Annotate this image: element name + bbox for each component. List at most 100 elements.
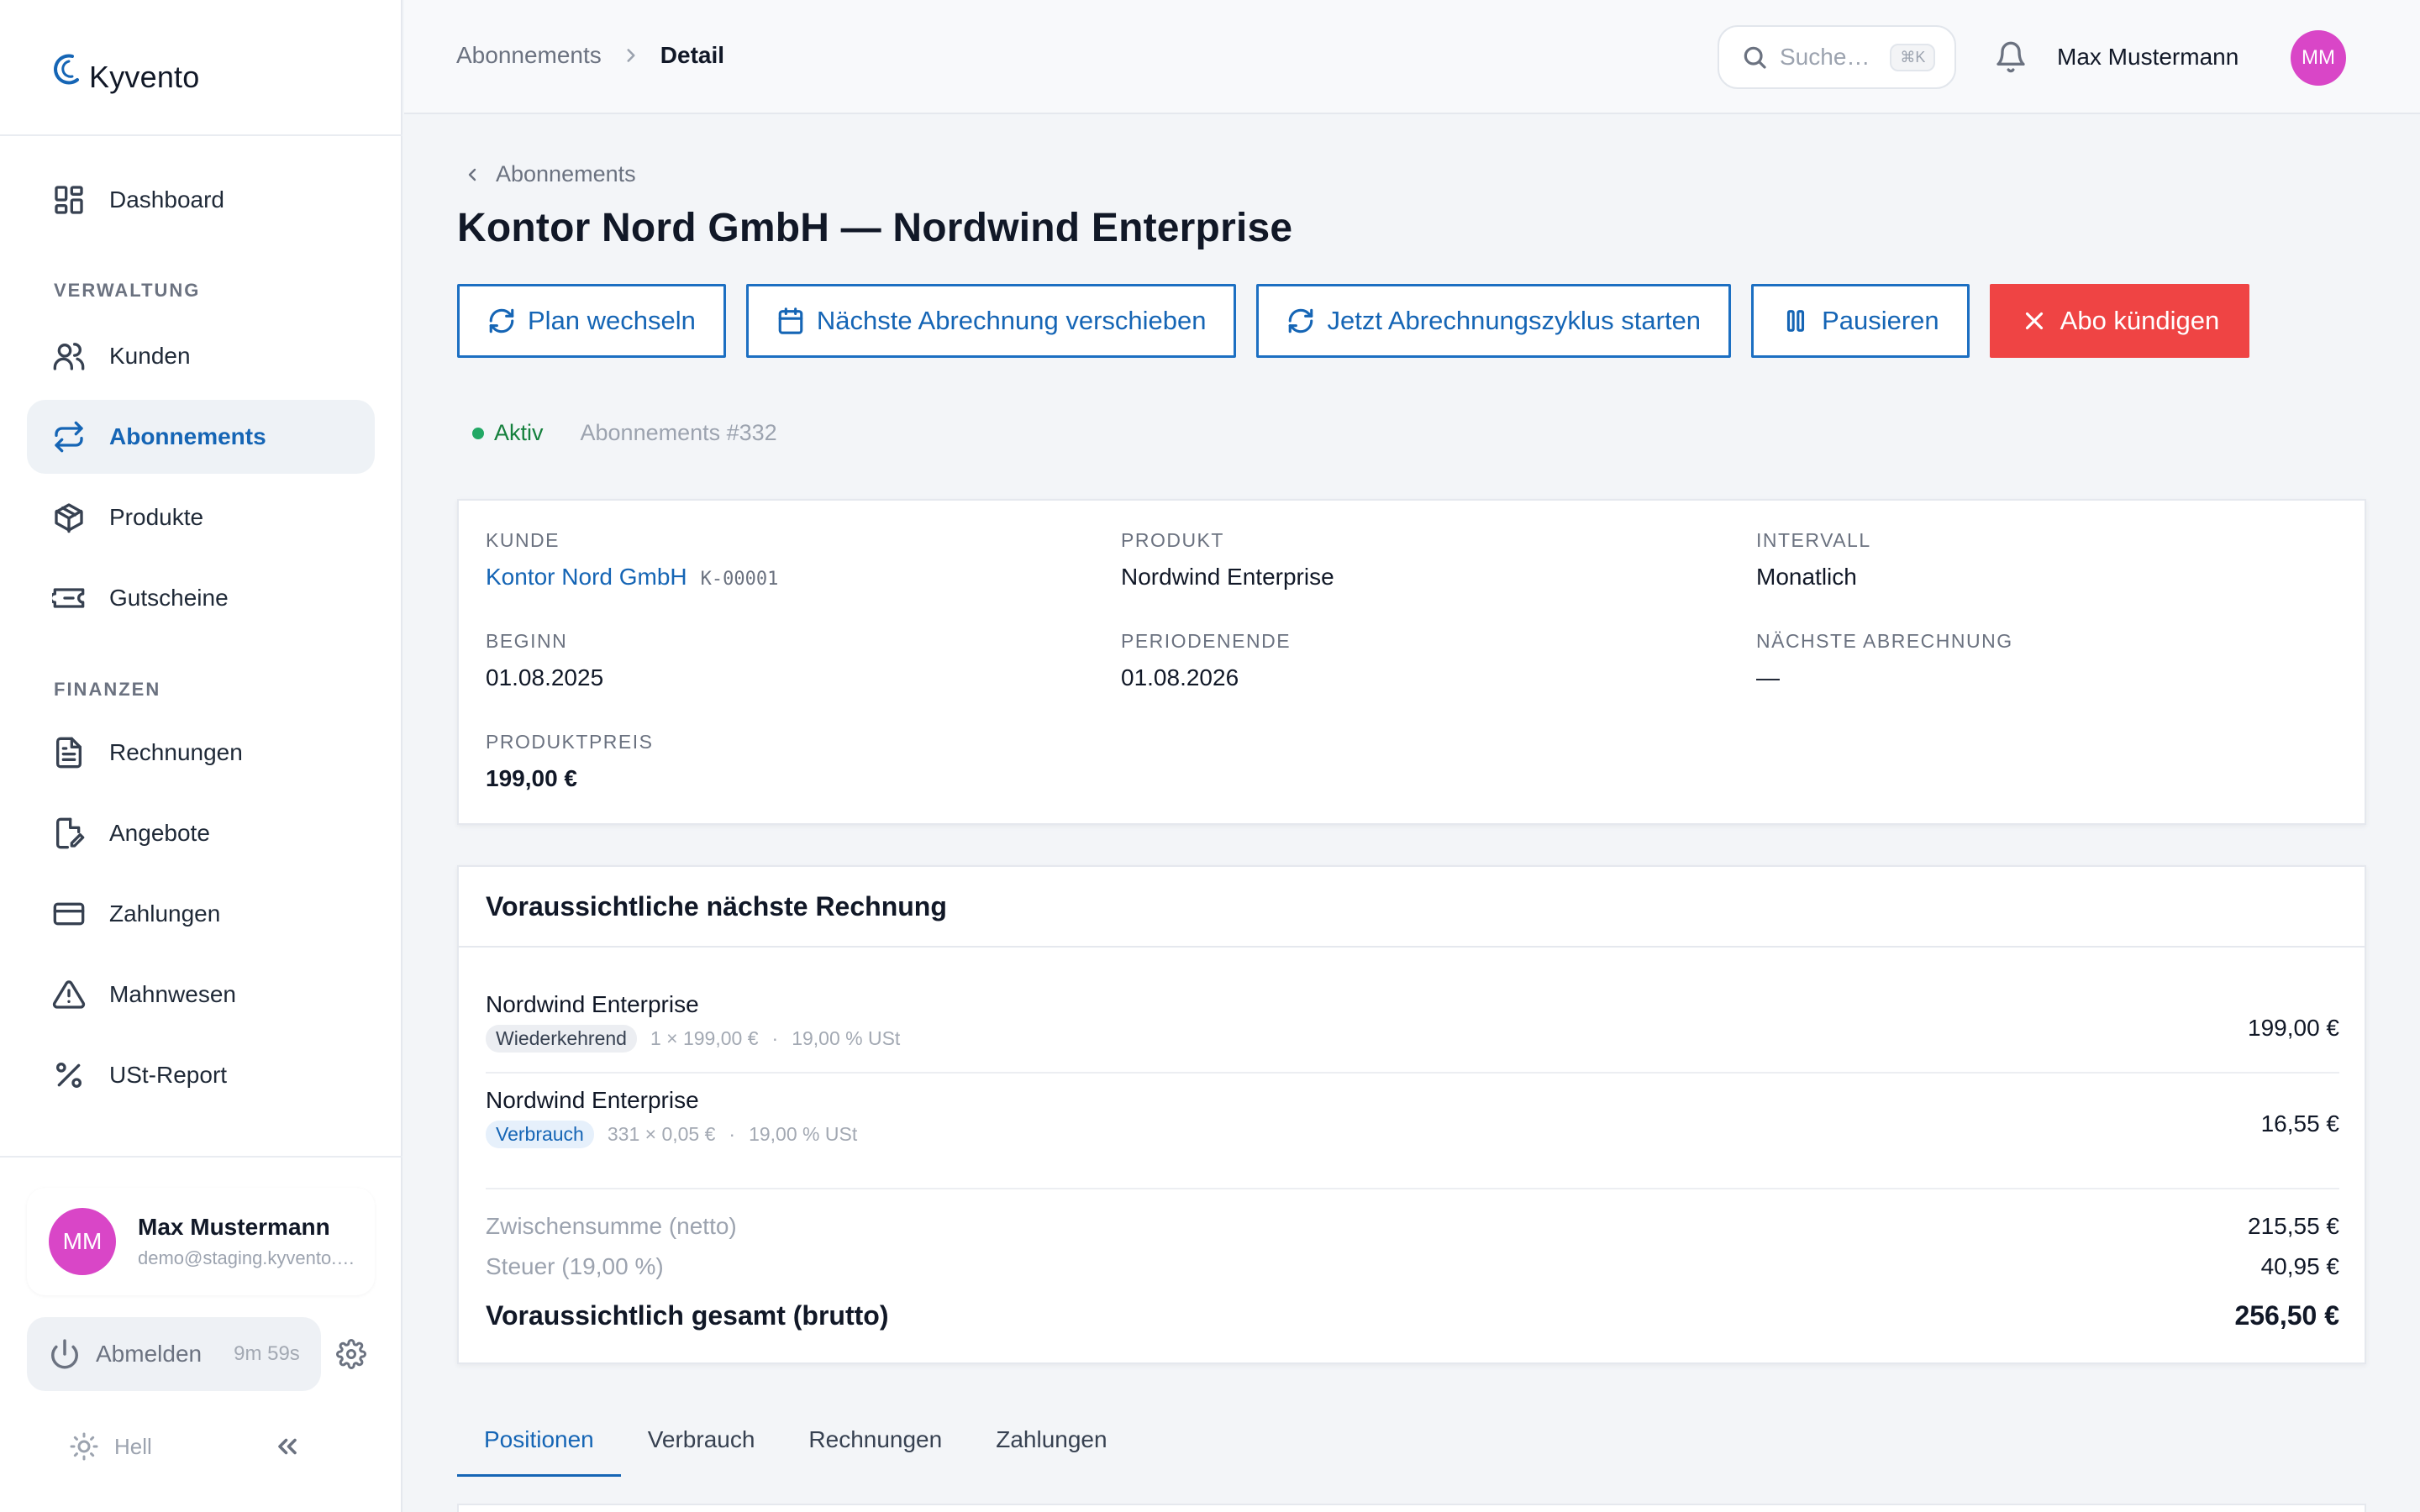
sidebar-item-produkte[interactable]: Produkte: [27, 480, 375, 554]
tab-rechnungen[interactable]: Rechnungen: [781, 1420, 969, 1477]
field-value: Nordwind Enterprise: [1121, 564, 1334, 590]
tab-verbrauch[interactable]: Verbrauch: [621, 1420, 782, 1477]
postpone-billing-button[interactable]: Nächste Abrechnung verschieben: [745, 284, 1237, 358]
field-label: PRODUKTPREIS: [486, 731, 654, 753]
field-start: BEGINN 01.08.2025: [486, 630, 603, 691]
chevron-left-icon: [468, 168, 476, 181]
line-item-meta: Wiederkehrend 1 × 199,00 € · 19,00 % USt: [486, 1025, 2339, 1053]
tax-value: 40,95 €: [2260, 1253, 2339, 1279]
search-icon: [1744, 46, 1766, 69]
topbar: Abonnements Detail Suche… ⌘K Max Musterm…: [404, 0, 2420, 114]
app-name: Kyvento: [89, 60, 200, 94]
sidebar-item-label: Abonnements: [109, 423, 266, 449]
postpone-billing-label: Nächste Abrechnung verschieben: [816, 306, 1207, 335]
sidebar-item-label: USt-Report: [109, 1062, 228, 1088]
sidebar-item-kunden[interactable]: Kunden: [27, 319, 375, 393]
cancel-subscription-button[interactable]: Abo kündigen: [1989, 284, 2250, 358]
sidebar: Kyvento Dashboard VERWALTUNG Kunden Abon…: [0, 0, 402, 1512]
line-item-name: Nordwind Enterprise: [486, 991, 699, 1017]
users-icon: [53, 343, 85, 370]
logo-mark-icon: [54, 54, 79, 85]
sidebar-item-gutscheine[interactable]: Gutscheine: [27, 561, 375, 635]
subscription-details-card: KUNDE Kontor Nord GmbH K-00001 PRODUKT N…: [457, 499, 2366, 825]
sidebar-item-rechnungen[interactable]: Rechnungen: [27, 716, 375, 790]
field-price: PRODUKTPREIS 199,00 €: [486, 731, 653, 792]
close-icon: [2025, 312, 2043, 330]
subscription-id: Abonnements #332: [580, 420, 777, 445]
line-item-tax: 19,00 % USt: [792, 1027, 901, 1049]
separator-dot: ·: [771, 1027, 779, 1049]
file-text-icon: [56, 737, 82, 769]
customer-code: K-00001: [700, 569, 779, 590]
chevron-right-icon: [627, 49, 635, 62]
pause-button[interactable]: Pausieren: [1751, 284, 1970, 358]
field-next-billing: NÄCHSTE ABRECHNUNG —: [1756, 630, 2013, 691]
top-user-name[interactable]: Max Mustermann: [2057, 44, 2238, 71]
separator-dot: ·: [729, 1123, 736, 1145]
field-period-end: PERIODENENDE 01.08.2026: [1121, 630, 1291, 691]
sidebar-item-angebote[interactable]: Angebote: [27, 796, 375, 870]
logout-button[interactable]: Abmelden 9m 59s: [27, 1317, 321, 1391]
field-value: 01.08.2025: [486, 664, 604, 690]
bell-icon[interactable]: [1994, 40, 2028, 74]
breadcrumb-link[interactable]: Abonnements: [456, 42, 602, 69]
detail-tabs: Positionen Verbrauch Rechnungen Zahlunge…: [457, 1420, 1134, 1477]
sidebar-user-card[interactable]: MM Max Mustermann demo@staging.kyvento.d…: [27, 1188, 375, 1295]
logout-label: Abmelden: [96, 1341, 203, 1367]
run-billing-cycle-label: Jetzt Abrechnungszyklus starten: [1327, 306, 1702, 335]
sun-icon: [70, 1432, 98, 1461]
search-placeholder: Suche…: [1780, 44, 1870, 70]
change-plan-button[interactable]: Plan wechseln: [457, 284, 726, 358]
tab-zahlungen[interactable]: Zahlungen: [969, 1420, 1134, 1477]
line-item-quantity: 331 × 0,05 €: [607, 1123, 716, 1145]
search-input[interactable]: Suche… ⌘K: [1718, 25, 1956, 89]
sidebar-item-abonnements[interactable]: Abonnements: [27, 400, 375, 474]
line-item-amount: 16,55 €: [2260, 1110, 2339, 1137]
sidebar-item-mahnwesen[interactable]: Mahnwesen: [27, 958, 375, 1032]
back-link[interactable]: Abonnements: [462, 161, 636, 187]
box-icon: [55, 503, 83, 533]
back-link-label: Abonnements: [496, 161, 636, 186]
sidebar-item-label: Dashboard: [109, 186, 224, 213]
file-edit-icon: [56, 817, 85, 849]
user-name: Max Mustermann: [138, 1214, 330, 1240]
row-divider: [486, 1188, 2339, 1189]
sidebar-item-zahlungen[interactable]: Zahlungen: [27, 877, 375, 951]
total-label: Voraussichtlich gesamt (brutto): [486, 1300, 889, 1331]
sidebar-item-dashboard[interactable]: Dashboard: [27, 163, 375, 237]
subtotal-label: Zwischensumme (netto): [486, 1213, 737, 1239]
line-item-name: Nordwind Enterprise: [486, 1087, 699, 1113]
status-row: Aktiv Abonnements #332: [472, 420, 777, 446]
customer-link[interactable]: Kontor Nord GmbH: [486, 564, 687, 591]
run-billing-cycle-button[interactable]: Jetzt Abrechnungszyklus starten: [1256, 284, 1732, 358]
credit-card-icon: [53, 902, 85, 926]
theme-toggle[interactable]: Hell: [69, 1431, 152, 1462]
avatar[interactable]: MM: [2291, 30, 2346, 86]
sidebar-divider: [0, 134, 402, 136]
line-item-meta: Verbrauch 331 × 0,05 € · 19,00 % USt: [486, 1121, 2339, 1148]
field-interval: INTERVALL Monatlich: [1756, 529, 1871, 591]
field-label: KUNDE: [486, 529, 560, 551]
status-label: Aktiv: [494, 420, 544, 445]
field-value: Monatlich: [1756, 564, 1857, 590]
field-value: 199,00 €: [486, 765, 577, 791]
breadcrumb: Abonnements Detail: [456, 42, 724, 69]
collapse-sidebar-icon[interactable]: [272, 1431, 302, 1462]
total-row: Voraussichtlich gesamt (brutto) 256,50 €: [486, 1300, 2339, 1331]
app-logo[interactable]: Kyvento: [44, 40, 199, 99]
sidebar-item-ust-report[interactable]: USt-Report: [27, 1038, 375, 1112]
field-label: BEGINN: [486, 630, 568, 652]
field-customer: KUNDE Kontor Nord GmbH K-00001: [486, 529, 778, 591]
line-item-amount: 199,00 €: [2248, 1015, 2339, 1041]
session-timer: 9m 59s: [234, 1342, 300, 1365]
tab-positionen[interactable]: Positionen: [457, 1420, 621, 1477]
avatar: MM: [49, 1208, 116, 1275]
cancel-subscription-label: Abo kündigen: [2060, 306, 2220, 335]
tab-content-panel: [457, 1504, 2366, 1512]
pause-label: Pausieren: [1822, 306, 1939, 335]
upcoming-invoice-card: Voraussichtliche nächste Rechnung Nordwi…: [457, 865, 2366, 1364]
sidebar-item-label: Kunden: [109, 343, 191, 369]
gear-icon[interactable]: [336, 1339, 366, 1369]
repeat-icon: [55, 421, 83, 453]
sidebar-item-label: Angebote: [109, 820, 210, 846]
